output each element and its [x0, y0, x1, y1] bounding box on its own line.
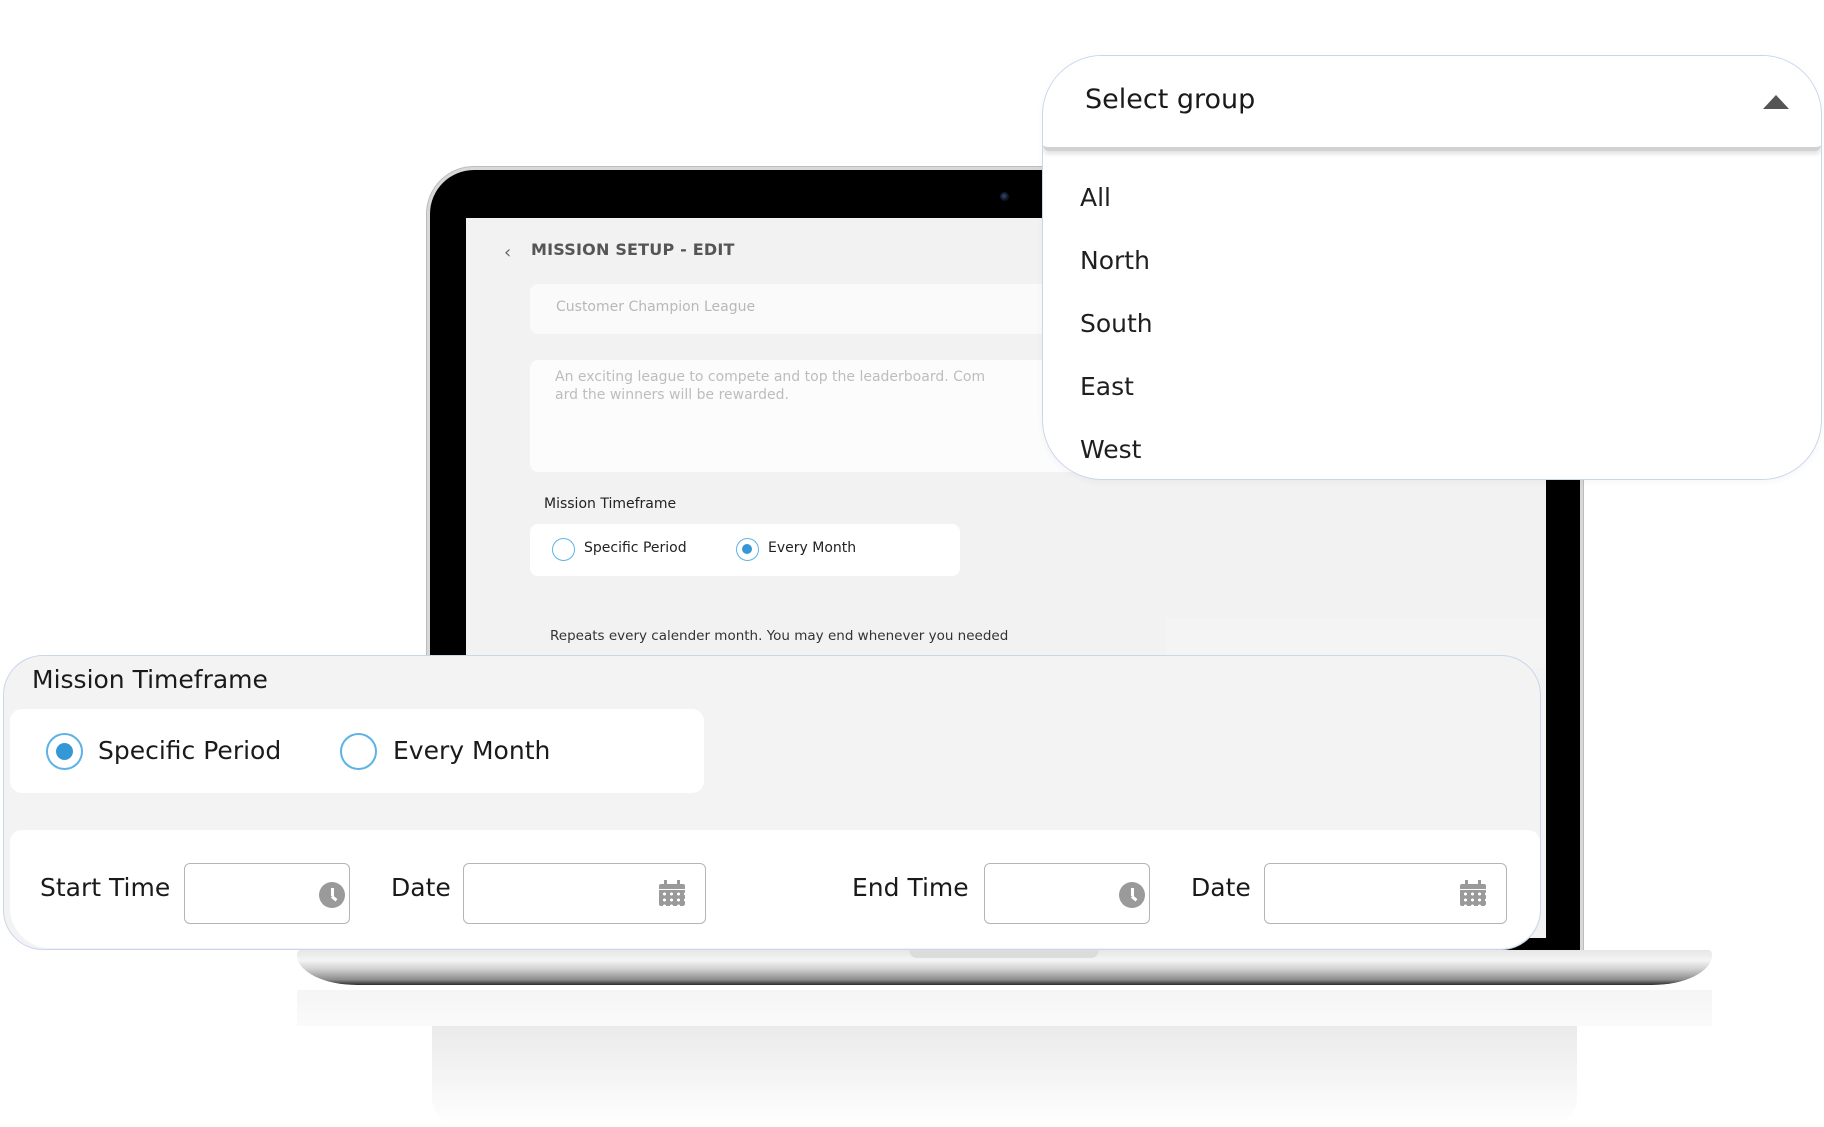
group-option-west[interactable]: West	[1043, 418, 1821, 479]
laptop-reflection	[297, 990, 1712, 1026]
timeframe-title: Mission Timeframe	[32, 665, 268, 694]
calendar-icon[interactable]	[1460, 880, 1486, 906]
radio-specific-period-label[interactable]: Specific Period	[584, 540, 687, 556]
laptop-notch	[909, 950, 1099, 958]
group-options-list: All North South East West	[1043, 166, 1821, 479]
group-dropdown[interactable]: Select group All North South East West	[1042, 55, 1822, 480]
radio-every-month[interactable]	[736, 538, 759, 561]
mission-description-text: An exciting league to compete and top th…	[555, 369, 986, 403]
group-option-east[interactable]: East	[1043, 355, 1821, 418]
laptop-reflection-lid	[432, 1026, 1577, 1127]
clock-icon[interactable]	[319, 882, 345, 908]
start-date-label: Date	[391, 873, 451, 902]
radio-every-month[interactable]	[340, 733, 377, 770]
radio-specific-period[interactable]	[46, 733, 83, 770]
start-time-input[interactable]	[184, 863, 350, 924]
radio-every-month-label[interactable]: Every Month	[768, 540, 856, 556]
radio-specific-period[interactable]	[552, 538, 575, 561]
laptop-base	[297, 950, 1712, 985]
end-date-label: Date	[1191, 873, 1251, 902]
radio-specific-period-label[interactable]: Specific Period	[98, 736, 281, 765]
group-dropdown-header[interactable]: Select group	[1043, 56, 1821, 151]
group-option-all[interactable]: All	[1043, 166, 1821, 229]
group-option-south[interactable]: South	[1043, 292, 1821, 355]
mission-timeframe-panel: Mission Timeframe Specific Period Every …	[3, 655, 1541, 950]
calendar-icon[interactable]	[659, 880, 685, 906]
start-time-label: Start Time	[40, 873, 171, 902]
clock-icon[interactable]	[1119, 882, 1145, 908]
repeat-note: Repeats every calender month. You may en…	[550, 628, 1009, 644]
timeframe-radio-group: Specific Period Every Month	[530, 524, 960, 576]
group-dropdown-placeholder: Select group	[1085, 84, 1256, 115]
end-time-label: End Time	[852, 873, 969, 902]
group-option-north[interactable]: North	[1043, 229, 1821, 292]
chevron-left-icon[interactable]: ‹	[504, 242, 511, 263]
caret-up-icon[interactable]	[1763, 95, 1789, 109]
timeframe-radio-group: Specific Period Every Month	[10, 709, 704, 793]
end-date-input[interactable]	[1264, 863, 1507, 924]
camera-icon	[1000, 192, 1009, 201]
end-time-input[interactable]	[984, 863, 1150, 924]
page-title: MISSION SETUP - EDIT	[531, 240, 735, 259]
radio-every-month-label[interactable]: Every Month	[393, 736, 550, 765]
start-date-input[interactable]	[463, 863, 706, 924]
time-date-row: Start Time Date End Time Date	[10, 830, 1540, 948]
timeframe-label: Mission Timeframe	[544, 496, 677, 512]
